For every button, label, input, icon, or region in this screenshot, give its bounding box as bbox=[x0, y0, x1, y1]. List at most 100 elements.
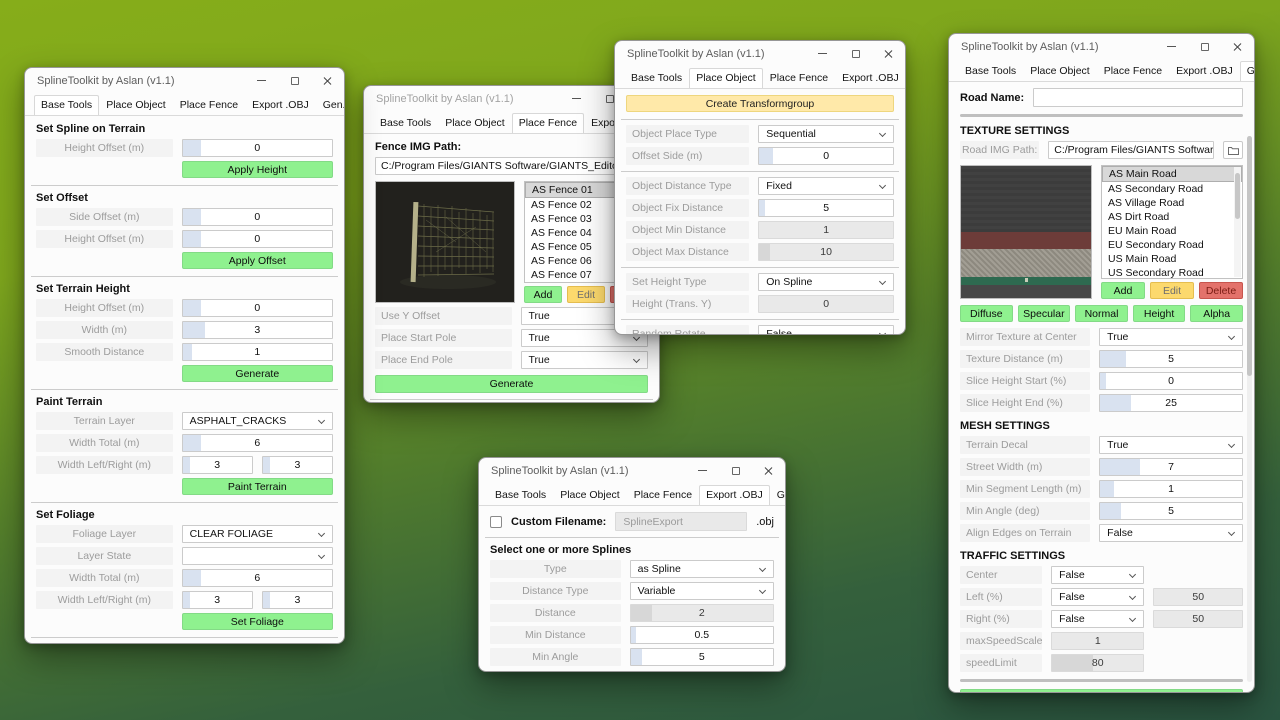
tab-place-object[interactable]: Place Object bbox=[1023, 61, 1097, 82]
traffic-center-dropdown[interactable]: False bbox=[1051, 566, 1144, 584]
close-button[interactable] bbox=[311, 69, 344, 92]
diffuse-button[interactable]: Diffuse bbox=[960, 305, 1013, 322]
tab-base-tools[interactable]: Base Tools bbox=[373, 113, 438, 134]
tab-place-object[interactable]: Place Object bbox=[438, 113, 512, 134]
list-item[interactable]: AS Village Road bbox=[1102, 196, 1242, 210]
paint-terrain-button[interactable]: Paint Terrain bbox=[182, 478, 333, 495]
tab-base-tools[interactable]: Base Tools bbox=[958, 61, 1023, 82]
numeric-input[interactable]: 0 bbox=[182, 208, 333, 226]
random-rotate-dropdown[interactable]: False bbox=[758, 325, 894, 334]
foliage-layer-dropdown[interactable]: CLEAR FOLIAGE bbox=[182, 525, 333, 543]
tab-place-fence[interactable]: Place Fence bbox=[627, 485, 699, 506]
height-button[interactable]: Height bbox=[1133, 305, 1186, 322]
alpha-button[interactable]: Alpha bbox=[1190, 305, 1243, 322]
mirror-texture-dropdown[interactable]: True bbox=[1099, 328, 1243, 346]
list-item[interactable]: EU Main Road bbox=[1102, 224, 1242, 238]
tab-export-obj[interactable]: Export .OBJ bbox=[699, 485, 770, 506]
tab-place-fence[interactable]: Place Fence bbox=[173, 95, 245, 116]
numeric-input[interactable]: 0.5 bbox=[630, 626, 774, 644]
numeric-input[interactable]: 3 bbox=[182, 456, 253, 474]
edit-fence-button[interactable]: Edit bbox=[567, 286, 605, 303]
maximize-button[interactable] bbox=[278, 69, 311, 92]
minimize-button[interactable] bbox=[1155, 35, 1188, 58]
traffic-right-dropdown[interactable]: False bbox=[1051, 610, 1144, 628]
numeric-input[interactable]: 0 bbox=[758, 147, 894, 165]
numeric-input[interactable]: 6 bbox=[182, 569, 333, 587]
layer-state-dropdown[interactable] bbox=[182, 547, 333, 565]
numeric-input[interactable]: 5 bbox=[758, 199, 894, 217]
list-item[interactable]: AS Dirt Road bbox=[1102, 210, 1242, 224]
browse-folder-button[interactable] bbox=[1223, 141, 1243, 159]
title-bar[interactable]: SplineToolkit by Aslan (v1.1) bbox=[25, 68, 344, 93]
tab-gen-street[interactable]: Gen. Street bbox=[316, 95, 344, 116]
tab-place-fence[interactable]: Place Fence bbox=[763, 68, 835, 89]
numeric-input[interactable]: 3 bbox=[182, 321, 333, 339]
tab-place-fence[interactable]: Place Fence bbox=[512, 113, 584, 134]
list-item[interactable]: EU Secondary Road bbox=[1102, 238, 1242, 252]
numeric-input[interactable]: 25 bbox=[1099, 394, 1243, 412]
generate-road-mesh-button[interactable]: Generate Road Mesh bbox=[960, 689, 1243, 692]
numeric-input[interactable]: 0 bbox=[1099, 372, 1243, 390]
road-img-path-input[interactable]: C:/Program Files/GIANTS Software/GIANTS bbox=[1048, 141, 1214, 159]
add-fence-button[interactable]: Add bbox=[524, 286, 562, 303]
tab-base-tools[interactable]: Base Tools bbox=[488, 485, 553, 506]
export-type-dropdown[interactable]: as Spline bbox=[630, 560, 774, 578]
fence-img-path-input[interactable]: C:/Program Files/GIANTS Software/GIANTS_… bbox=[375, 157, 648, 175]
traffic-left-dropdown[interactable]: False bbox=[1051, 588, 1144, 606]
list-item[interactable]: AS Secondary Road bbox=[1102, 182, 1242, 196]
place-end-pole-dropdown[interactable]: True bbox=[521, 351, 649, 369]
tab-export-obj[interactable]: Export .OBJ bbox=[1169, 61, 1240, 82]
tab-place-object[interactable]: Place Object bbox=[553, 485, 627, 506]
minimize-button[interactable] bbox=[245, 69, 278, 92]
numeric-input[interactable]: 0 bbox=[182, 230, 333, 248]
numeric-input[interactable]: 1 bbox=[1099, 480, 1243, 498]
numeric-input[interactable]: 0 bbox=[182, 139, 333, 157]
numeric-input[interactable]: 3 bbox=[262, 591, 333, 609]
minimize-button[interactable] bbox=[806, 42, 839, 65]
set-foliage-button[interactable]: Set Foliage bbox=[182, 613, 333, 630]
list-item[interactable]: US Main Road bbox=[1102, 252, 1242, 266]
tab-place-object[interactable]: Place Object bbox=[689, 68, 763, 89]
title-bar[interactable]: SplineToolkit by Aslan (v1.1) bbox=[479, 458, 785, 483]
set-height-type-dropdown[interactable]: On Spline bbox=[758, 273, 894, 291]
create-transformgroup-button[interactable]: Create Transformgroup bbox=[626, 95, 894, 112]
tab-base-tools[interactable]: Base Tools bbox=[34, 95, 99, 116]
list-item[interactable]: US Secondary Road bbox=[1102, 266, 1242, 279]
tab-export-obj[interactable]: Export .OBJ bbox=[835, 68, 905, 89]
object-place-type-dropdown[interactable]: Sequential bbox=[758, 125, 894, 143]
generate-fence-button[interactable]: Generate bbox=[375, 375, 648, 393]
tab-place-fence[interactable]: Place Fence bbox=[1097, 61, 1169, 82]
numeric-input[interactable]: 5 bbox=[630, 648, 774, 666]
custom-filename-checkbox[interactable] bbox=[490, 516, 502, 528]
maximize-button[interactable] bbox=[719, 459, 752, 482]
list-scrollbar[interactable] bbox=[1234, 167, 1241, 277]
numeric-input[interactable]: 5 bbox=[1099, 502, 1243, 520]
title-bar[interactable]: SplineToolkit by Aslan (v1.1) bbox=[949, 34, 1254, 59]
tab-base-tools[interactable]: Base Tools bbox=[624, 68, 689, 89]
specular-button[interactable]: Specular bbox=[1018, 305, 1071, 322]
apply-offset-button[interactable]: Apply Offset bbox=[182, 252, 333, 269]
minimize-button[interactable] bbox=[686, 459, 719, 482]
minimize-button[interactable] bbox=[560, 87, 593, 110]
numeric-input[interactable]: 5 bbox=[1099, 350, 1243, 368]
tab-gen-street[interactable]: Gen. Street bbox=[770, 485, 785, 506]
maximize-button[interactable] bbox=[1188, 35, 1221, 58]
road-name-input[interactable] bbox=[1033, 88, 1243, 107]
edit-road-button[interactable]: Edit bbox=[1150, 282, 1194, 299]
title-bar[interactable]: SplineToolkit by Aslan (v1.1) bbox=[615, 41, 905, 66]
numeric-input[interactable]: 3 bbox=[182, 591, 253, 609]
numeric-input[interactable]: 1 bbox=[182, 343, 333, 361]
numeric-input[interactable]: 7 bbox=[1099, 458, 1243, 476]
filename-input[interactable]: SplineExport bbox=[615, 512, 747, 531]
list-item[interactable]: AS Main Road bbox=[1102, 166, 1242, 182]
panel-scrollbar[interactable] bbox=[1247, 136, 1252, 682]
normal-button[interactable]: Normal bbox=[1075, 305, 1128, 322]
distance-type-dropdown[interactable]: Variable bbox=[630, 582, 774, 600]
road-list[interactable]: AS Main Road AS Secondary Road AS Villag… bbox=[1101, 165, 1243, 279]
close-button[interactable] bbox=[752, 459, 785, 482]
terrain-decal-dropdown[interactable]: True bbox=[1099, 436, 1243, 454]
maximize-button[interactable] bbox=[839, 42, 872, 65]
tab-export-obj[interactable]: Export .OBJ bbox=[245, 95, 316, 116]
tab-gen-street[interactable]: Gen. Street bbox=[1240, 61, 1254, 82]
object-distance-type-dropdown[interactable]: Fixed bbox=[758, 177, 894, 195]
